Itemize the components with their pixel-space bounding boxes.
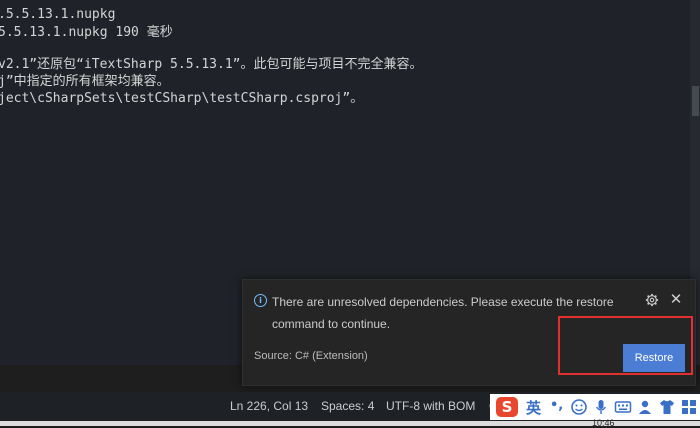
taskbar-clock: 10:46 [592,418,615,428]
indentation-setting[interactable]: Spaces: 4 [321,399,374,413]
toolbox-grid-icon[interactable] [680,398,698,416]
terminal-line: v2.1”还原包“iTextSharp 5.5.13.1”。此包可能与项目不完全… [0,57,423,72]
terminal-line: .5.5.13.1.nupkg [0,7,116,22]
scrollbar-thumb[interactable] [692,86,699,116]
terminal-line: ject\cSharpSets\testCSharp\testCSharp.cs… [0,91,364,106]
info-icon: i [254,294,267,307]
terminal-line: 5.5.13.1.nupkg 190 毫秒 [0,25,173,40]
gear-icon[interactable] [645,293,659,307]
close-icon[interactable]: ✕ [669,290,683,308]
ime-toolbar: S 英 •, [490,394,700,420]
keyboard-icon[interactable] [614,398,632,416]
restore-button[interactable]: Restore [623,344,685,372]
notification-message: There are unresolved dependencies. Pleas… [272,295,614,331]
sogou-logo-icon[interactable]: S [496,397,518,417]
cursor-position[interactable]: Ln 226, Col 13 [230,399,308,413]
user-icon[interactable] [636,398,654,416]
microphone-icon[interactable] [592,398,610,416]
emoji-icon[interactable] [570,398,588,416]
terminal-line: j”中指定的所有框架均兼容。 [0,74,170,89]
skin-shirt-icon[interactable] [658,398,676,416]
punctuation-icon[interactable]: •, [550,398,568,416]
notification-toast: i There are unresolved dependencies. Ple… [242,279,696,386]
ime-language-toggle[interactable]: 英 [526,397,541,418]
notification-source: Source: C# (Extension) [254,350,368,362]
encoding-setting[interactable]: UTF-8 with BOM [386,399,475,413]
